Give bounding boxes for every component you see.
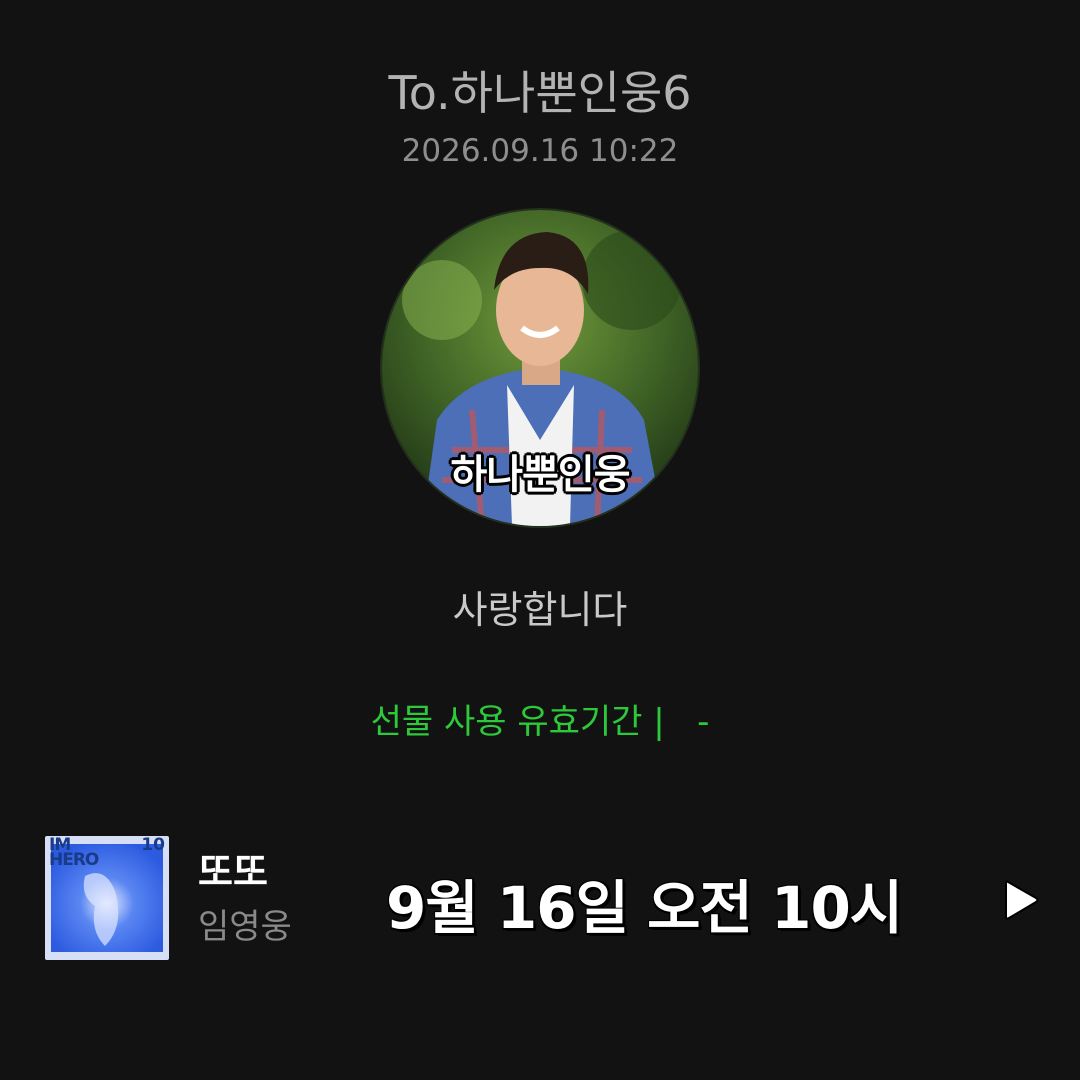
gift-message: 사랑합니다 (452, 588, 628, 632)
release-banner: 9월 16일 오전 10시 (386, 874, 903, 942)
song-artist: 임영웅 (198, 907, 292, 947)
album-art-number: 10 (141, 836, 165, 855)
album-art-title: IM HERO (49, 836, 99, 870)
play-button[interactable] (1002, 878, 1042, 922)
avatar-caption: 하나뿐인웅 (450, 452, 631, 498)
recipient-title: To.하나뿐인웅6 (388, 66, 692, 120)
profile-avatar: 하나뿐인웅 (382, 210, 698, 526)
gift-validity-period: 선물 사용 유효기간 | - (370, 702, 710, 742)
song-title: 또또 (198, 850, 268, 894)
play-icon (1005, 880, 1039, 920)
sent-timestamp: 2026.09.16 10:22 (401, 133, 679, 169)
album-art[interactable]: IM HERO 10 (45, 836, 169, 960)
music-player[interactable]: IM HERO 10 또또 임영웅 9월 16일 오전 10시 (0, 834, 1080, 964)
